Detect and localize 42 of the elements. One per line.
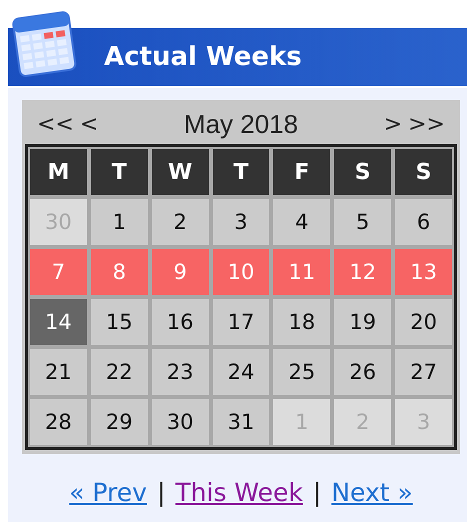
day-cell[interactable]: 23	[152, 349, 209, 395]
weekday-header: F	[273, 149, 330, 195]
day-cell[interactable]: 29	[90, 399, 148, 445]
weekday-header: T	[90, 149, 148, 195]
separator: |	[156, 478, 166, 507]
week-link[interactable]: This Week	[175, 478, 303, 507]
day-cell[interactable]: 28	[30, 399, 87, 445]
day-cell[interactable]: 21	[30, 349, 87, 395]
day-cell[interactable]: 15	[90, 299, 148, 345]
day-cell[interactable]: 27	[395, 349, 452, 395]
day-cell[interactable]: 5	[334, 199, 392, 245]
separator: |	[312, 478, 322, 507]
day-cell[interactable]: 18	[273, 299, 330, 345]
day-cell[interactable]: 3	[212, 199, 270, 245]
day-cell[interactable]: 14	[30, 299, 87, 345]
week-link[interactable]: « Prev	[69, 478, 147, 507]
day-cell[interactable]: 6	[395, 199, 452, 245]
nav-link[interactable]: <	[80, 112, 98, 136]
month-label: May 2018	[184, 108, 298, 140]
header-title: Actual Weeks	[104, 42, 302, 72]
weekday-header: S	[395, 149, 452, 195]
day-cell[interactable]: 2	[152, 199, 209, 245]
day-cell[interactable]: 4	[273, 199, 330, 245]
nav-link[interactable]: <<	[37, 112, 74, 136]
day-cell[interactable]: 16	[152, 299, 209, 345]
day-cell[interactable]: 17	[212, 299, 270, 345]
weekday-header: W	[152, 149, 209, 195]
day-cell[interactable]: 31	[212, 399, 270, 445]
day-cell[interactable]: 25	[273, 349, 330, 395]
weekday-header: M	[30, 149, 87, 195]
nav-link[interactable]: >>	[408, 112, 445, 136]
week-link[interactable]: Next »	[331, 478, 413, 507]
day-cell[interactable]: 19	[334, 299, 392, 345]
day-cell[interactable]: 24	[212, 349, 270, 395]
nav-link[interactable]: >	[384, 112, 402, 136]
day-cell[interactable]: 30	[152, 399, 209, 445]
day-cell[interactable]: 1	[90, 199, 148, 245]
weekday-header: S	[334, 149, 392, 195]
weekday-header: T	[212, 149, 270, 195]
day-cell[interactable]: 20	[395, 299, 452, 345]
day-cell[interactable]: 26	[334, 349, 392, 395]
day-cell[interactable]: 22	[90, 349, 148, 395]
